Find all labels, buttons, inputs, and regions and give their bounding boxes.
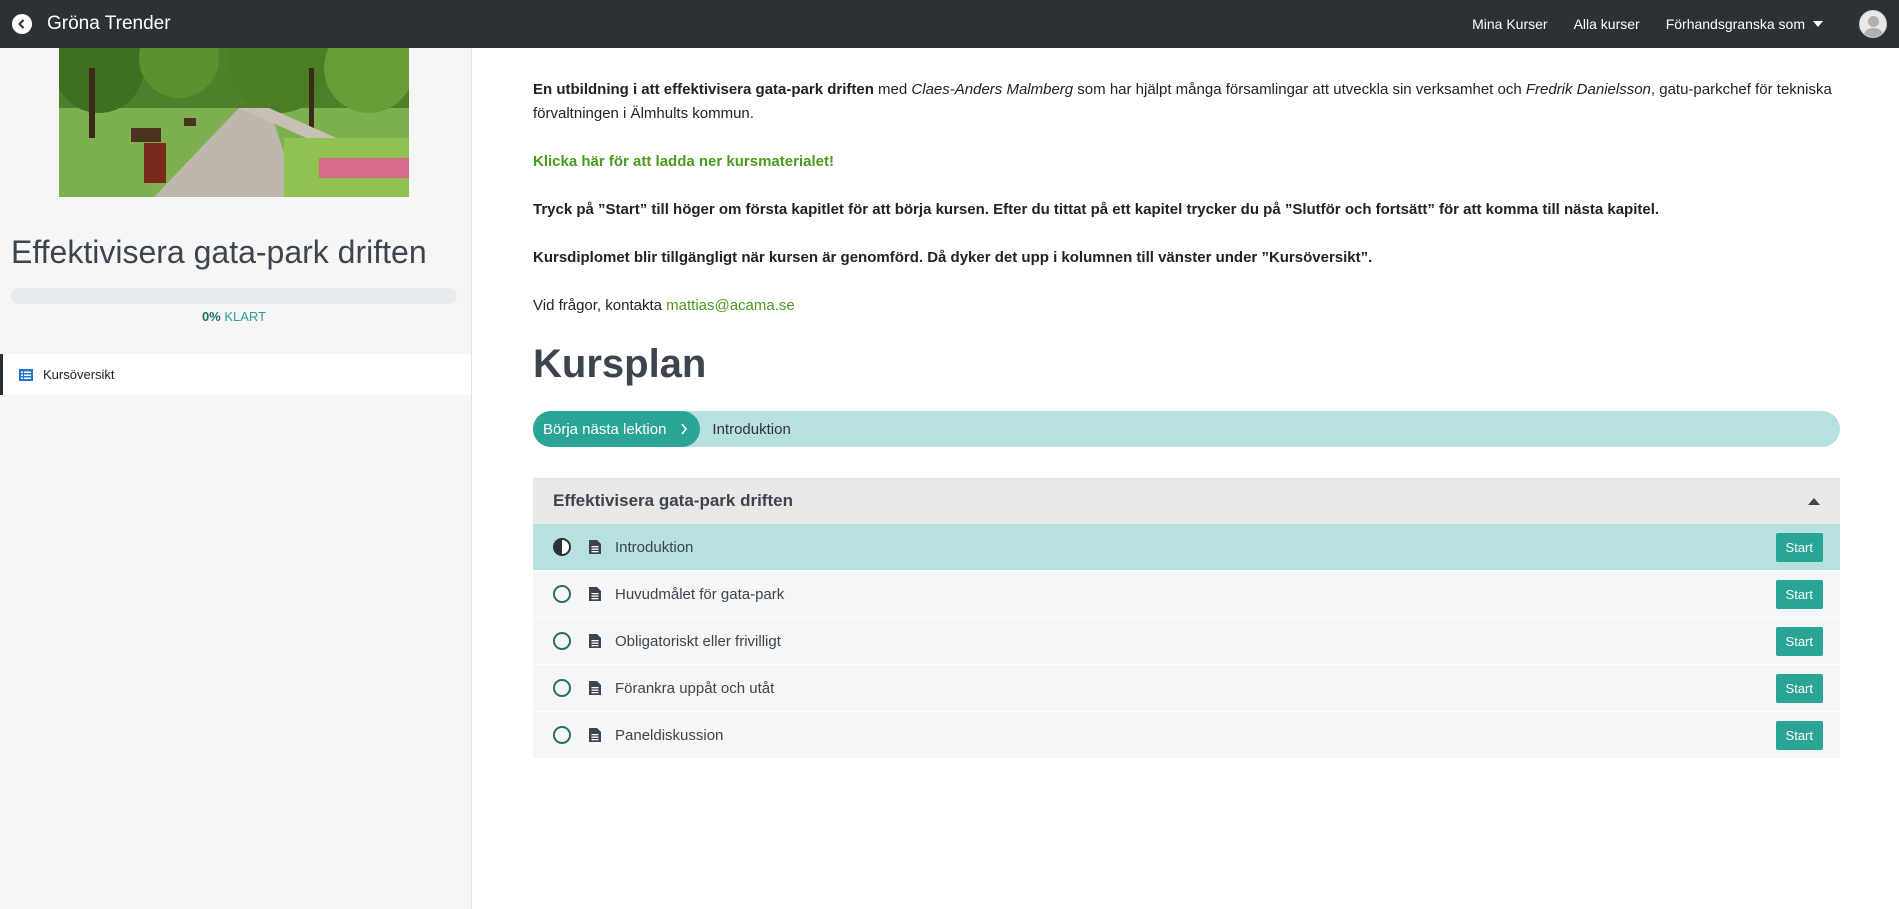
sidebar: Effektivisera gata-park driften 0% KLART…	[0, 48, 472, 909]
progress-bar	[11, 288, 457, 304]
instructions-text: Tryck på ”Start” till höger om första ka…	[533, 201, 1660, 218]
section-title: Effektivisera gata-park driften	[553, 491, 793, 510]
nav-all-courses[interactable]: Alla kurser	[1574, 16, 1640, 32]
start-button[interactable]: Start	[1775, 532, 1823, 562]
contact-text: Vid frågor, kontakta mattias@acama.se	[533, 294, 795, 318]
user-avatar[interactable]	[1859, 10, 1887, 38]
download-link[interactable]: Klicka här för att ladda ner kursmateria…	[533, 150, 834, 174]
start-button[interactable]: Start	[1775, 673, 1823, 703]
intro-name-2: Fredrik Danielsson	[1525, 81, 1651, 98]
empty-circle-icon	[553, 632, 571, 650]
contact-email-link[interactable]: mattias@acama.se	[666, 297, 795, 314]
top-nav: Mina Kurser Alla kurser Förhandsgranska …	[1446, 0, 1899, 48]
start-button[interactable]: Start	[1775, 626, 1823, 656]
half-circle-icon	[553, 538, 571, 556]
lesson-row[interactable]: Förankra uppåt och utåt Start	[533, 665, 1840, 712]
progress-text: 0% KLART	[0, 309, 468, 324]
document-icon	[589, 634, 601, 648]
caret-down-icon	[1813, 21, 1823, 27]
chevron-right-icon	[681, 423, 688, 435]
sidebar-item-label: Kursöversikt	[43, 367, 115, 382]
list-icon	[19, 368, 33, 381]
intro-paragraph: En utbildning i att effektivisera gata-p…	[533, 78, 1840, 126]
nav-my-courses[interactable]: Mina Kurser	[1472, 16, 1547, 32]
lesson-row[interactable]: Obligatoriskt eller frivilligt Start	[533, 618, 1840, 665]
lesson-row[interactable]: Introduktion Start	[533, 524, 1840, 571]
nav-preview-as-dropdown[interactable]: Förhandsgranska som	[1666, 16, 1823, 32]
progress-label: KLART	[220, 309, 267, 324]
course-image	[59, 48, 409, 197]
progress-value: 0%	[201, 309, 221, 324]
back-arrow-icon[interactable]	[12, 14, 32, 34]
brand-title[interactable]: Gröna Trender	[47, 13, 171, 35]
kursplan-heading: Kursplan	[533, 342, 707, 386]
start-next-lesson-button[interactable]: Börja nästa lektion	[533, 411, 701, 447]
lesson-title: Huvudmålet för gata-park	[615, 585, 785, 603]
lesson-row[interactable]: Huvudmålet för gata-park Start	[533, 571, 1840, 618]
intro-text-1: med	[873, 81, 912, 98]
caret-up-icon	[1808, 497, 1820, 505]
course-title: Effektivisera gata-park driften	[11, 234, 427, 270]
course-section: Effektivisera gata-park driften Introduk…	[533, 478, 1840, 759]
intro-bold: En utbildning i att effektivisera gata-p…	[533, 81, 874, 98]
document-icon	[589, 728, 601, 742]
lesson-title: Introduktion	[615, 538, 694, 556]
lesson-title: Obligatoriskt eller frivilligt	[615, 632, 781, 650]
next-button-label: Börja nästa lektion	[543, 420, 667, 438]
next-lesson-bar: Börja nästa lektion Introduktion	[533, 411, 1840, 447]
empty-circle-icon	[553, 726, 571, 744]
lesson-title: Paneldiskussion	[615, 726, 724, 744]
sidebar-item-kursoversikt[interactable]: Kursöversikt	[0, 354, 471, 395]
section-header[interactable]: Effektivisera gata-park driften	[533, 478, 1840, 524]
preview-as-label: Förhandsgranska som	[1665, 16, 1805, 32]
lesson-title: Förankra uppåt och utåt	[615, 679, 775, 697]
next-lesson-name: Introduktion	[712, 420, 791, 438]
intro-name-1: Claes-Anders Malmberg	[911, 81, 1074, 98]
diploma-text: Kursdiplomet blir tillgängligt när kurse…	[533, 249, 1373, 266]
contact-label: Vid frågor, kontakta	[533, 297, 667, 314]
empty-circle-icon	[553, 679, 571, 697]
document-icon	[589, 587, 601, 601]
intro-text-2: som har hjälpt många församlingar att ut…	[1073, 81, 1526, 98]
document-icon	[589, 540, 601, 554]
start-button[interactable]: Start	[1775, 579, 1823, 609]
top-navbar: Gröna Trender Mina Kurser Alla kurser Fö…	[0, 0, 1899, 48]
start-button[interactable]: Start	[1775, 720, 1823, 750]
lesson-row[interactable]: Paneldiskussion Start	[533, 712, 1840, 759]
document-icon	[589, 681, 601, 695]
empty-circle-icon	[553, 585, 571, 603]
